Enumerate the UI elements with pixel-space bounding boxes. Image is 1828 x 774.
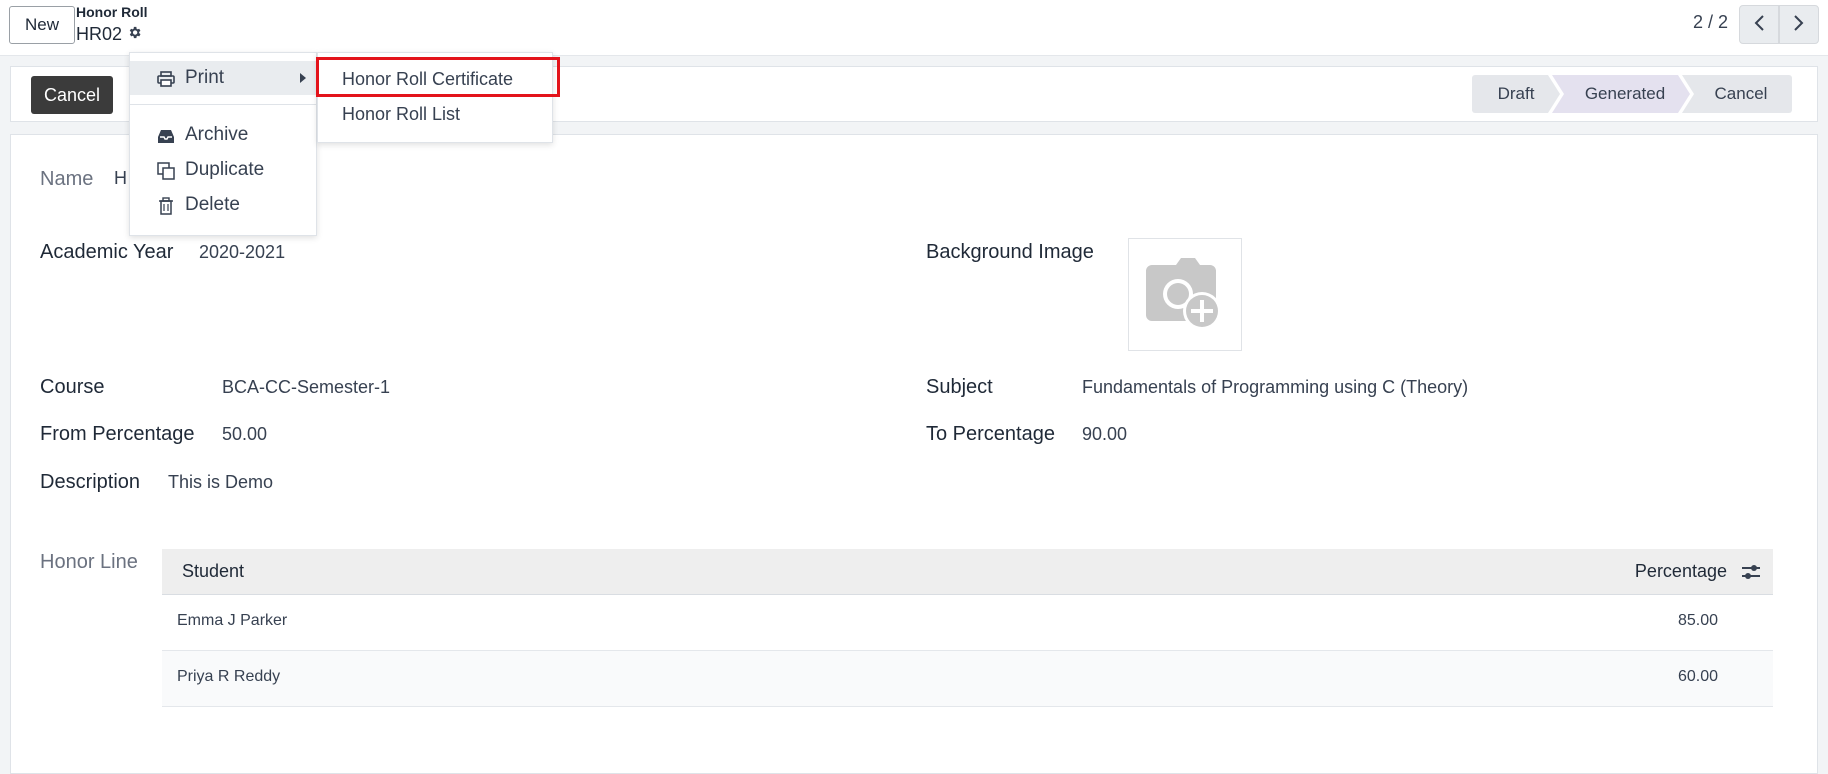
status-stages: Draft Generated Cancel <box>1472 75 1792 113</box>
trash-icon <box>156 196 176 216</box>
menu-item-delete[interactable]: Delete <box>130 188 316 222</box>
row-student: Emma J Parker <box>177 612 288 629</box>
table-row[interactable]: Emma J Parker 85.00 <box>162 595 1773 651</box>
stage-generated[interactable]: Generated <box>1552 75 1690 113</box>
cancel-button[interactable]: Cancel <box>31 76 113 114</box>
table-header: Student Percentage <box>162 549 1773 595</box>
pager-value[interactable]: 2 / 2 <box>1693 12 1728 33</box>
table-row[interactable]: Priya R Reddy 60.00 <box>162 651 1773 707</box>
record-name: HR02 <box>76 24 123 44</box>
academic-year-label: Academic Year <box>40 241 174 263</box>
from-percentage-label: From Percentage <box>40 423 195 445</box>
menu-divider <box>130 104 316 105</box>
menu-item-duplicate[interactable]: Duplicate <box>130 153 316 187</box>
subject-label: Subject <box>926 376 993 398</box>
subject-value[interactable]: Fundamentals of Programming using C (The… <box>1082 377 1468 398</box>
background-image-label: Background Image <box>926 241 1094 263</box>
archive-icon <box>156 126 176 146</box>
stage-cancel[interactable]: Cancel <box>1682 75 1792 113</box>
course-label: Course <box>40 376 105 398</box>
stage-draft[interactable]: Draft <box>1472 75 1560 113</box>
column-percentage[interactable]: Percentage <box>1635 561 1727 582</box>
description-label: Description <box>40 471 141 493</box>
menu-item-delete-label: Delete <box>185 194 240 215</box>
description-value[interactable]: This is Demo <box>168 472 273 493</box>
from-percentage-value[interactable]: 50.00 <box>222 424 267 445</box>
menu-item-print[interactable]: Print <box>130 61 316 95</box>
next-record-button[interactable] <box>1779 5 1819 44</box>
new-button[interactable]: New <box>9 6 75 44</box>
honor-line-label: Honor Line <box>40 551 138 573</box>
gear-icon[interactable] <box>127 24 142 45</box>
menu-item-archive-label: Archive <box>185 124 249 145</box>
background-image-field[interactable] <box>1128 238 1242 351</box>
name-value[interactable]: H <box>114 168 127 189</box>
row-percentage: 85.00 <box>1677 612 1718 629</box>
academic-year-value[interactable]: 2020-2021 <box>199 242 285 263</box>
chevron-left-icon <box>1753 14 1765 36</box>
previous-record-button[interactable] <box>1739 5 1779 44</box>
to-percentage-value[interactable]: 90.00 <box>1082 424 1127 445</box>
submenu-honor-roll-list[interactable]: Honor Roll List <box>342 104 460 125</box>
control-panel: New Honor Roll HR02 2 / 2 <box>0 0 1828 56</box>
row-student: Priya R Reddy <box>177 668 281 685</box>
breadcrumb-parent[interactable]: Honor Roll <box>76 4 148 20</box>
row-percentage: 60.00 <box>1677 668 1718 685</box>
chevron-right-icon <box>1793 14 1805 36</box>
gear-dropdown-menu: Print Archive Duplicate Delete <box>129 52 317 236</box>
duplicate-icon <box>156 161 176 181</box>
camera-add-icon <box>1140 253 1230 337</box>
column-student[interactable]: Student <box>182 561 244 582</box>
menu-item-print-label: Print <box>185 67 225 88</box>
breadcrumb-current: HR02 <box>76 24 142 45</box>
honor-line-table: Student Percentage Emma J Parker 85.00 P… <box>162 549 1773 707</box>
name-label: Name <box>40 168 94 190</box>
highlight-box <box>316 57 560 97</box>
to-percentage-label: To Percentage <box>926 423 1055 445</box>
caret-right-icon <box>300 73 306 83</box>
printer-icon <box>156 69 176 89</box>
menu-item-duplicate-label: Duplicate <box>185 159 265 180</box>
optional-columns-icon[interactable] <box>1741 563 1761 585</box>
menu-item-archive[interactable]: Archive <box>130 118 316 152</box>
course-value[interactable]: BCA-CC-Semester-1 <box>222 377 390 398</box>
